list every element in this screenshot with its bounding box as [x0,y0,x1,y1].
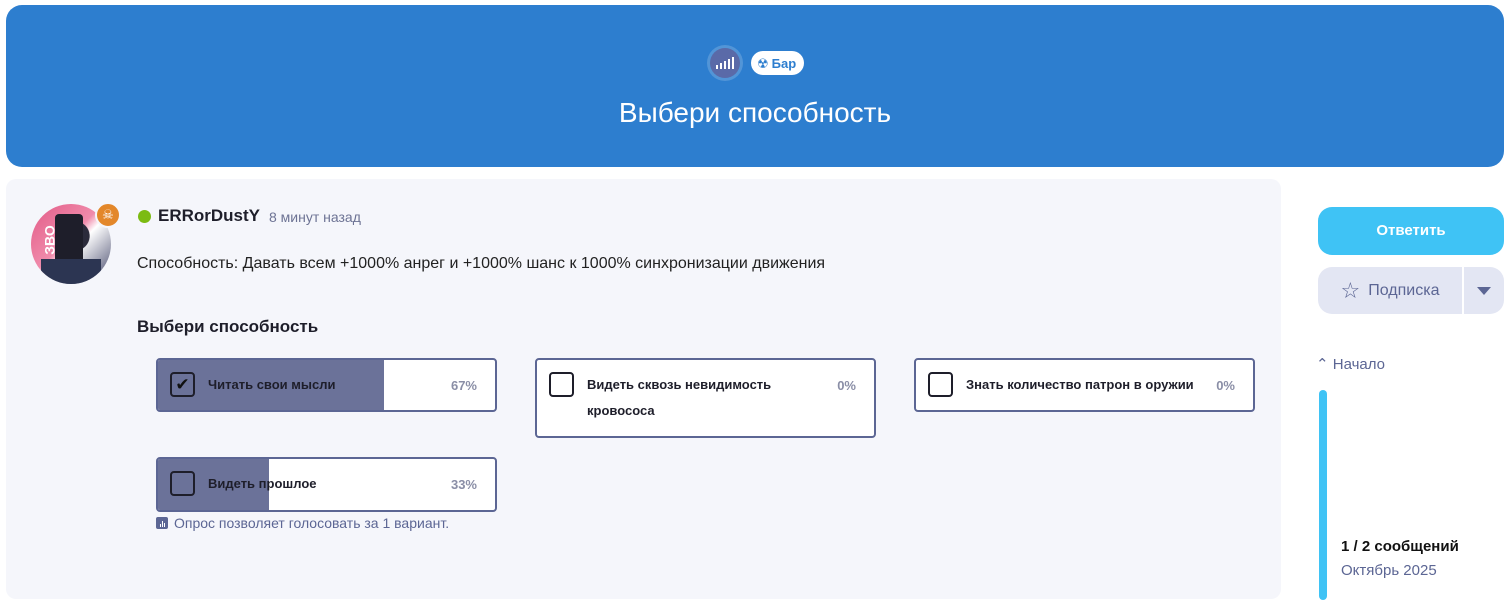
poll-option-percent: 67% [450,378,477,393]
message-count: 1 / 2 сообщений [1341,538,1459,555]
poll-option[interactable]: Знать количество патрон в оружии 0% [914,358,1255,412]
timeline-date: Октябрь 2025 [1341,562,1437,579]
checkbox[interactable] [170,471,195,496]
category-tag[interactable]: ☢ Бар [751,51,805,75]
poll-option-percent: 0% [1216,378,1235,393]
poll-note-text: Опрос позволяет голосовать за 1 вариант. [174,515,450,531]
poll-option-percent: 33% [450,477,477,492]
subscribe-dropdown-button[interactable] [1464,267,1504,314]
post-card: ЗВО ☠ ERRorDustY 8 минут назад Способнос… [6,179,1281,599]
online-status-dot [138,210,151,223]
poll-option-percent: 0% [837,378,856,393]
poll-option-label: Читать свои мысли [208,377,336,392]
checkbox[interactable] [928,372,953,397]
page-title: Выбери способность [618,97,892,128]
poll-option[interactable]: ✔ Читать свои мысли 67% [156,358,497,412]
jump-to-top-link[interactable]: ⌃ Начало [1316,355,1385,373]
jump-to-top-label: Начало [1332,356,1386,373]
poll-option[interactable]: Видеть прошлое 33% [156,457,497,512]
poll-title: Выбери способность [137,317,319,336]
reply-button[interactable]: Ответить [1318,207,1504,255]
bar-chart-icon [156,517,168,529]
poll-option[interactable]: Видеть сквозь невидимость кровососа 0% [535,358,876,438]
checkbox[interactable] [549,372,574,397]
post-author[interactable]: ERRorDustY [158,206,260,226]
timeline-scrollbar[interactable] [1319,390,1327,600]
poll-option-label: Видеть прошлое [208,476,317,491]
topic-header: ☢ Бар Выбери способность [6,5,1504,167]
poll-option-label: Видеть сквозь невидимость кровососа [587,377,772,418]
double-chevron-up-icon: ⌃ [1316,356,1329,373]
category-tag-label: Бар [771,55,797,71]
poll-option-label: Знать количество патрон в оружии [966,377,1194,392]
subscribe-button[interactable]: ☆ Подписка [1318,267,1462,314]
checkbox[interactable]: ✔ [170,372,195,397]
star-icon: ☆ [1340,277,1361,303]
chevron-down-icon [1477,286,1491,295]
avatar-logo: ЗВО [41,225,58,255]
skull-icon: ☠ [95,202,121,228]
subscribe-label: Подписка [1368,281,1440,299]
post-time[interactable]: 8 минут назад [269,209,361,225]
signal-icon[interactable] [710,48,740,78]
radiation-icon: ☢ [757,55,769,71]
poll-note: Опрос позволяет голосовать за 1 вариант. [156,515,449,531]
post-body: Способность: Давать всем +1000% анрег и … [137,255,826,272]
